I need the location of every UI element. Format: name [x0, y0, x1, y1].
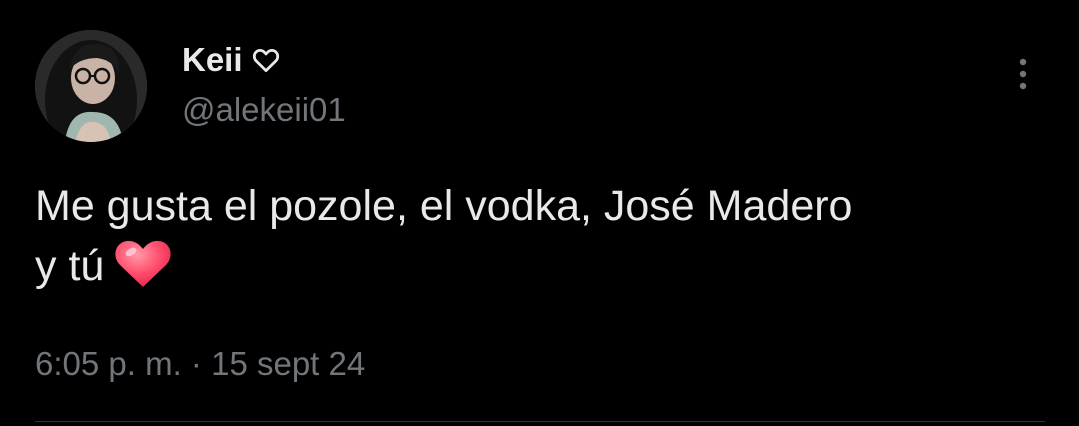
tweet-text-line-2-text: y tú [35, 242, 105, 290]
tweet-text-line-2: y tú [35, 236, 1045, 296]
tweet-date: 15 sept 24 [211, 345, 366, 382]
more-options-icon[interactable] [1008, 56, 1038, 96]
red-heart-emoji [114, 238, 172, 290]
meta-separator: · [190, 345, 202, 382]
tweet-text: Me gusta el pozole, el vodka, José Mader… [35, 176, 1045, 296]
divider [35, 421, 1045, 422]
display-name[interactable]: Keii [182, 40, 243, 80]
tweet-text-line-1: Me gusta el pozole, el vodka, José Mader… [35, 182, 853, 230]
heart-outline-icon [251, 45, 281, 75]
author-name-row: Keii [182, 40, 281, 80]
user-handle[interactable]: @alekeii01 [182, 90, 346, 130]
tweet-timestamp[interactable]: 6:05 p. m. · 15 sept 24 [35, 342, 365, 386]
tweet-time: 6:05 p. m. [35, 345, 182, 382]
tweet[interactable]: Keii @alekeii01 Me gusta el pozole, el v… [0, 0, 1079, 426]
avatar[interactable] [35, 30, 147, 142]
